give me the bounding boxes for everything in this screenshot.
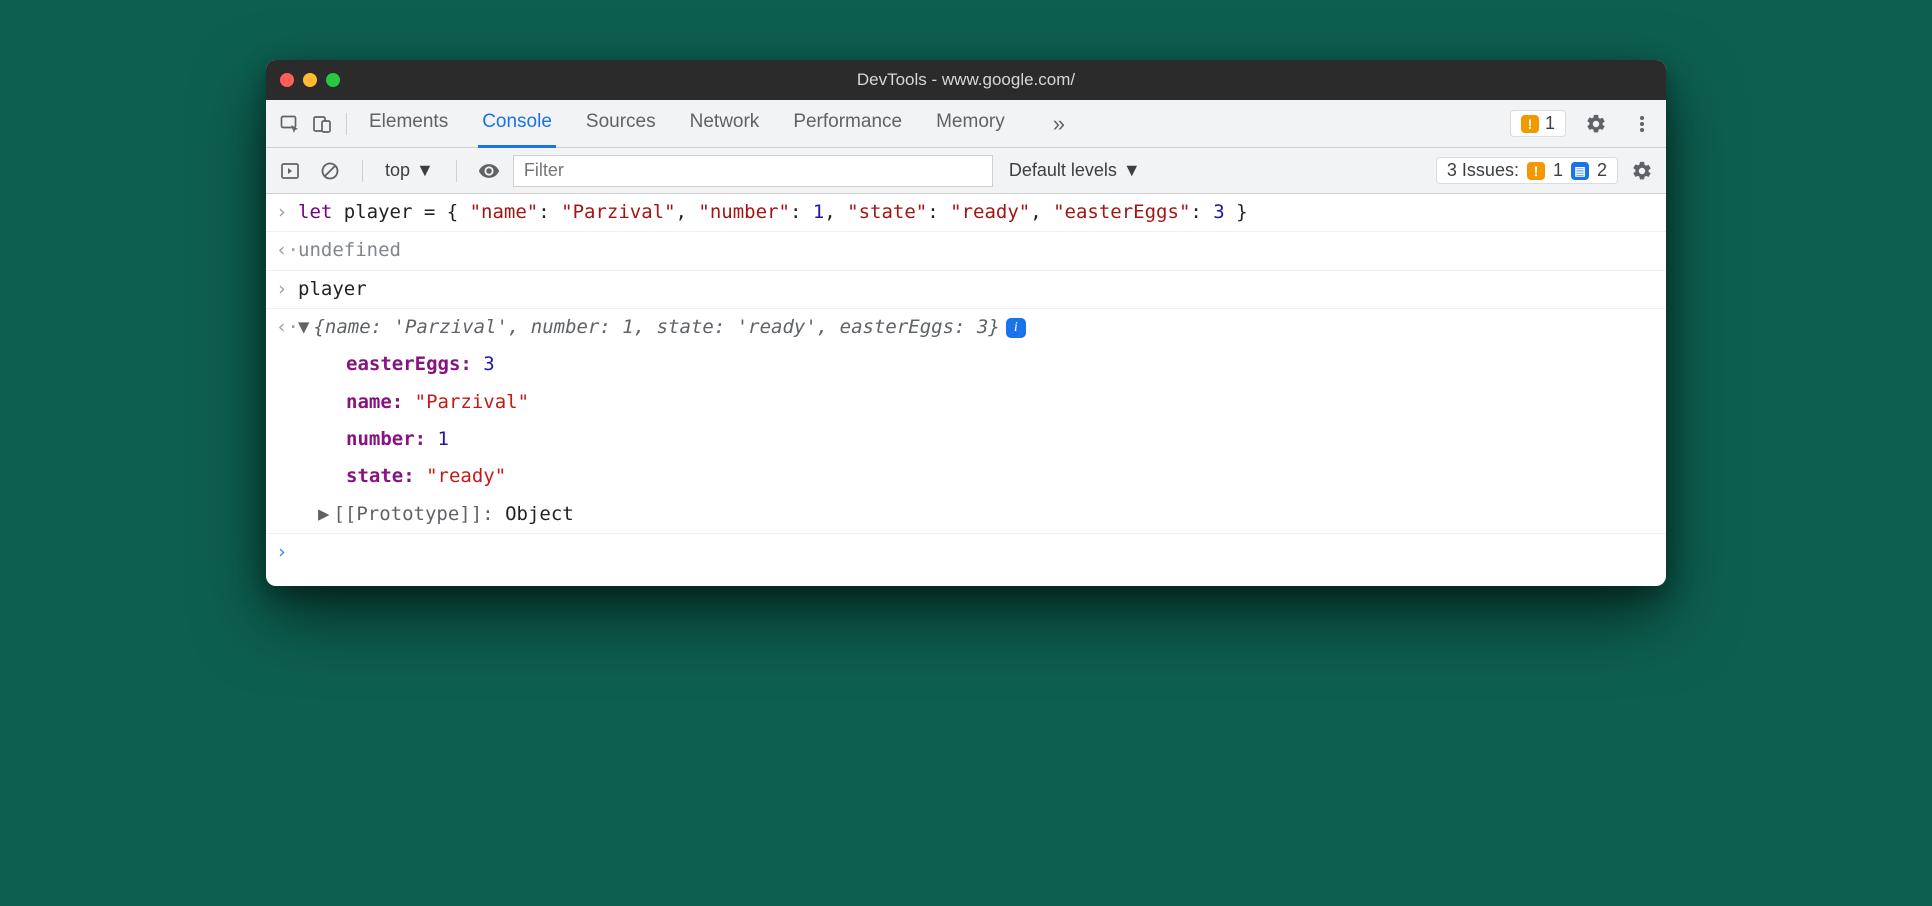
prompt-icon: › <box>276 197 298 228</box>
console-toolbar: top ▼ Default levels ▼ 3 Issues: ! 1 ▤ 2 <box>266 148 1666 194</box>
panel-tabs: Elements Console Sources Network Perform… <box>365 100 1065 148</box>
tabs-bar: Elements Console Sources Network Perform… <box>266 100 1666 148</box>
object-property-row: easterEggs: 3 <box>266 346 1666 383</box>
warnings-badge[interactable]: ! 1 <box>1510 110 1566 137</box>
issues-warn-count: 1 <box>1553 160 1563 181</box>
warning-icon: ! <box>1521 115 1539 133</box>
info-icon: ▤ <box>1571 162 1589 180</box>
context-label: top <box>385 160 410 181</box>
device-toggle-icon[interactable] <box>306 108 338 140</box>
devtools-window: DevTools - www.google.com/ Elements Cons… <box>266 60 1666 586</box>
kebab-menu-icon[interactable] <box>1626 108 1658 140</box>
titlebar: DevTools - www.google.com/ <box>266 60 1666 100</box>
tab-sources[interactable]: Sources <box>582 100 660 148</box>
issues-info-count: 2 <box>1597 160 1607 181</box>
traffic-lights <box>280 73 340 87</box>
tab-network[interactable]: Network <box>686 100 764 148</box>
close-icon[interactable] <box>280 73 294 87</box>
prompt-icon: › <box>276 537 298 568</box>
tab-elements[interactable]: Elements <box>365 100 452 148</box>
console-sidebar-toggle-icon[interactable] <box>274 155 306 187</box>
issues-label: 3 Issues: <box>1447 160 1519 181</box>
minimize-icon[interactable] <box>303 73 317 87</box>
clear-console-icon[interactable] <box>314 155 346 187</box>
console-settings-icon[interactable] <box>1626 155 1658 187</box>
prompt-icon: › <box>276 274 298 305</box>
return-icon: ‹· <box>276 235 298 266</box>
issues-badge[interactable]: 3 Issues: ! 1 ▤ 2 <box>1436 157 1618 184</box>
console-code: player <box>298 274 1656 305</box>
tab-console[interactable]: Console <box>478 100 556 148</box>
console-code: let player = { "name": "Parzival", "numb… <box>298 197 1656 228</box>
filter-input[interactable] <box>513 155 993 187</box>
separator <box>362 160 363 182</box>
disclosure-triangle-icon[interactable]: ▶ <box>318 499 329 530</box>
inspect-element-icon[interactable] <box>274 108 306 140</box>
tab-performance[interactable]: Performance <box>789 100 906 148</box>
separator <box>456 160 457 182</box>
context-selector[interactable]: top ▼ <box>379 160 440 181</box>
more-tabs-icon[interactable]: » <box>1053 111 1065 137</box>
warning-count: 1 <box>1545 113 1555 134</box>
console-prompt[interactable]: › <box>266 534 1666 586</box>
log-levels-selector[interactable]: Default levels ▼ <box>1009 160 1141 181</box>
object-property-row: name: "Parzival" <box>266 384 1666 421</box>
warning-icon: ! <box>1527 162 1545 180</box>
window-title: DevTools - www.google.com/ <box>266 70 1666 90</box>
chevron-down-icon: ▼ <box>1123 160 1141 181</box>
levels-label: Default levels <box>1009 160 1117 181</box>
console-output: undefined <box>298 235 1656 266</box>
separator <box>346 113 347 135</box>
chevron-down-icon: ▼ <box>416 160 434 181</box>
maximize-icon[interactable] <box>326 73 340 87</box>
console-output-row: ‹· ▼{name: 'Parzival', number: 1, state:… <box>266 309 1666 346</box>
object-summary-line[interactable]: ▼{name: 'Parzival', number: 1, state: 'r… <box>298 312 1656 343</box>
console-input-row[interactable]: › player <box>266 271 1666 309</box>
info-icon[interactable]: i <box>1006 318 1026 338</box>
return-icon: ‹· <box>276 312 298 343</box>
console-body: › let player = { "name": "Parzival", "nu… <box>266 194 1666 586</box>
object-property-row: number: 1 <box>266 421 1666 458</box>
console-output-row: ‹· undefined <box>266 232 1666 270</box>
tab-memory[interactable]: Memory <box>932 100 1009 148</box>
settings-icon[interactable] <box>1580 108 1612 140</box>
live-expression-icon[interactable] <box>473 155 505 187</box>
object-property-row: state: "ready" <box>266 458 1666 495</box>
console-input-row[interactable]: › let player = { "name": "Parzival", "nu… <box>266 194 1666 232</box>
object-prototype-row[interactable]: ▶[[Prototype]]: Object <box>266 496 1666 534</box>
disclosure-triangle-icon[interactable]: ▼ <box>298 312 309 343</box>
